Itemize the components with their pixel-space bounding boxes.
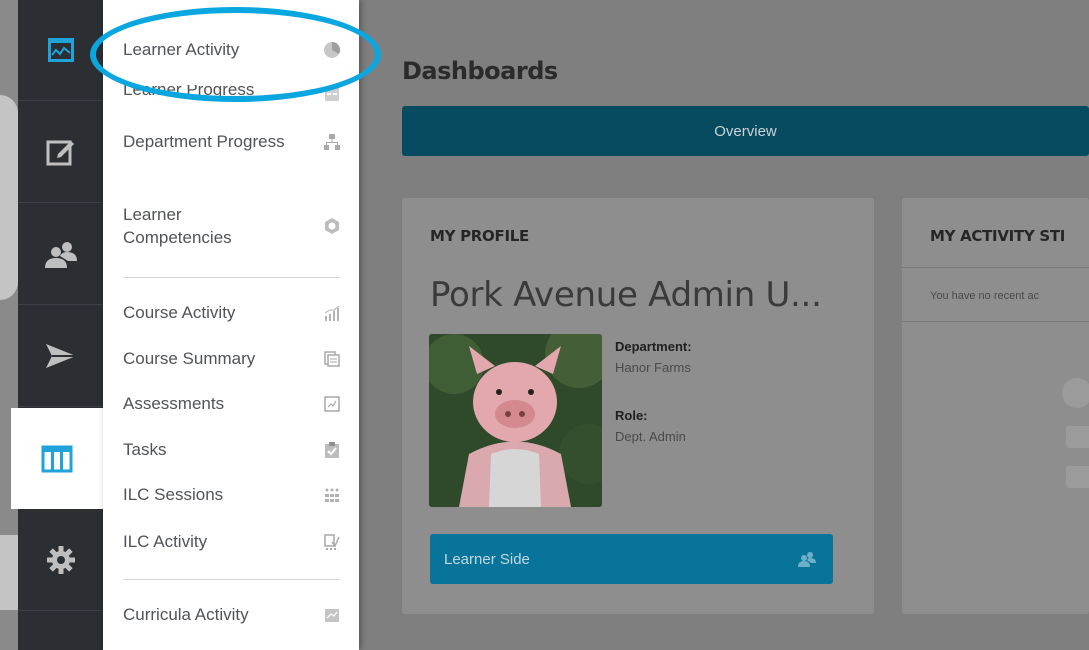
rail-users[interactable]: [18, 204, 103, 305]
documents-icon: [321, 348, 343, 370]
menu-item-label: Course Activity: [123, 303, 236, 322]
placeholder-icon: [1062, 378, 1089, 408]
role-value: Dept. Admin: [615, 429, 686, 444]
menu-item-ilc-sessions[interactable]: ILC Sessions: [123, 483, 343, 506]
menu-item-curricula-activity[interactable]: Curricula Activity: [123, 603, 343, 626]
menu-item-label: ILC Sessions: [123, 485, 224, 504]
org-chart-icon: [321, 131, 343, 153]
learner-side-button[interactable]: Learner Side: [430, 534, 833, 584]
placeholder-block: [1066, 426, 1089, 448]
edit-icon: [46, 140, 74, 166]
menu-item-tasks[interactable]: Tasks: [123, 438, 343, 461]
avatar: [429, 334, 602, 507]
page-title: Dashboards: [402, 57, 558, 85]
menu-item-label: Tasks: [123, 440, 167, 459]
settings-gear-icon: [46, 546, 75, 574]
bar-chart-icon: [321, 302, 343, 324]
menu-item-label: Curricula Activity: [123, 605, 249, 624]
dashboard-icon: [47, 38, 74, 62]
icon-rail: [11, 0, 103, 650]
reports-icon: [41, 445, 73, 472]
menu-item-ilc-activity[interactable]: ILC Activity: [123, 530, 343, 553]
rail-more[interactable]: [18, 612, 103, 650]
activity-empty-text: You have no recent ac: [930, 290, 1040, 302]
learner-side-label: Learner Side: [444, 550, 530, 568]
menu-item-learner-competencies[interactable]: Learner Competencies: [123, 203, 343, 249]
rail-send[interactable]: [18, 306, 103, 407]
department-label: Department:: [615, 339, 692, 354]
sessions-grid-icon: [321, 484, 343, 506]
highlight-ellipse: [90, 7, 381, 102]
profile-name: Pork Avenue Admin U...: [430, 275, 822, 315]
badge-icon: [321, 215, 343, 237]
department-value: Hanor Farms: [615, 360, 691, 375]
rail-reports[interactable]: [11, 408, 103, 509]
menu-item-label: Department Progress: [123, 132, 285, 151]
menu-item-label: Learner Competencies: [123, 205, 232, 247]
paper-plane-icon: [45, 344, 76, 368]
menu-item-course-activity[interactable]: Course Activity: [123, 301, 343, 324]
users-icon: [44, 242, 77, 268]
menu-divider: [123, 277, 340, 278]
menu-item-label: Assessments: [123, 394, 225, 413]
assessment-icon: [321, 393, 343, 415]
menu-divider: [123, 579, 340, 580]
activity-checklist-icon: [321, 531, 343, 553]
users-icon: [798, 552, 816, 567]
tab-overview[interactable]: Overview: [402, 106, 1089, 156]
menu-item-label: ILC Activity: [123, 532, 208, 551]
card-heading: MY PROFILE: [430, 227, 529, 245]
divider: [902, 267, 1089, 268]
divider: [902, 321, 1089, 322]
menu-item-assessments[interactable]: Assessments: [123, 392, 343, 415]
clipboard-check-icon: [321, 439, 343, 461]
rail-settings[interactable]: [18, 510, 103, 611]
window-edge: [0, 0, 18, 650]
menu-item-department-progress[interactable]: Department Progress: [123, 130, 343, 153]
my-activity-card: MY ACTIVITY STI You have no recent ac: [902, 198, 1089, 614]
card-heading: MY ACTIVITY STI: [930, 227, 1066, 245]
menu-item-course-summary[interactable]: Course Summary: [123, 347, 343, 370]
menu-item-label: Course Summary: [123, 349, 256, 368]
placeholder-block: [1066, 466, 1089, 488]
role-label: Role:: [615, 408, 648, 423]
my-profile-card: MY PROFILE Pork Avenue Admin U... Depart…: [402, 198, 874, 614]
rail-edit[interactable]: [18, 102, 103, 203]
curricula-icon: [321, 604, 343, 626]
